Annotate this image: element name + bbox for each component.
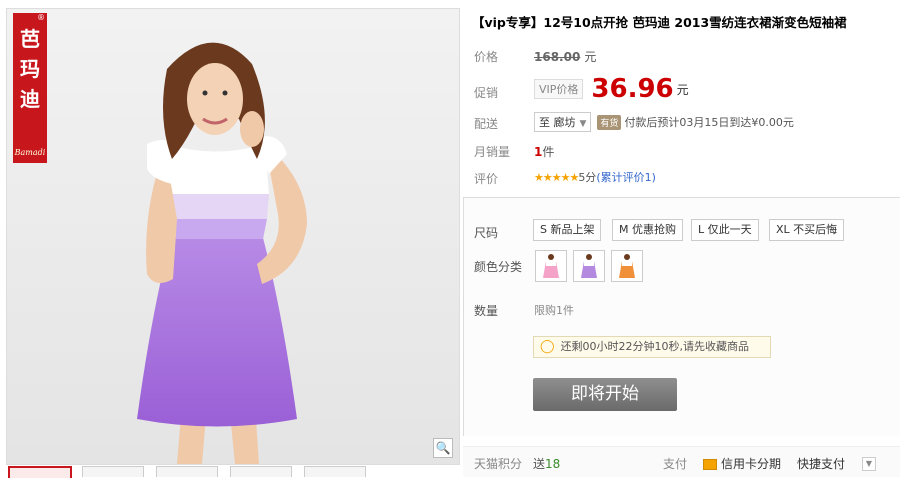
delivery-row: 配送 (474, 115, 498, 132)
color-label: 颜色分类 (474, 260, 523, 274)
region-select[interactable]: 至 廊坊 ▼ (534, 112, 592, 132)
size-row: 尺码 (474, 224, 498, 241)
quantity-value: 限购1件 (534, 302, 574, 318)
color-option-purple[interactable] (573, 250, 605, 282)
sales-label: 月销量 (474, 145, 511, 159)
registered-mark: ® (37, 13, 45, 22)
thumbnail-item[interactable] (230, 466, 292, 477)
sales-value: 1件 (534, 143, 554, 160)
delivery-estimate: 付款后预计03月15日到达¥0.00元 (624, 116, 794, 129)
logo-script: Bamadi (14, 148, 46, 157)
quantity-label: 数量 (474, 304, 499, 318)
promo-row: 促销 (474, 84, 498, 101)
rating-label: 评价 (474, 172, 499, 186)
points-label: 天猫积分 (474, 457, 523, 471)
logo-char: 迪 (20, 87, 40, 111)
rating-row: 评价 (474, 170, 498, 187)
countdown-text: 还剩00小时22分钟10秒,请先收藏商品 (560, 340, 750, 353)
chevron-down-icon: ▼ (862, 457, 876, 471)
logo-char: 玛 (20, 57, 40, 81)
pay-label: 支付 (663, 457, 688, 471)
color-option-pink[interactable] (535, 250, 567, 282)
rating-stars: ★★★★★ (534, 171, 579, 184)
color-option-orange[interactable] (611, 250, 643, 282)
review-count-link[interactable]: (累计评价1) (596, 171, 656, 184)
credit-card-icon (703, 459, 717, 470)
lightbulb-icon: ◯ (540, 339, 555, 354)
coming-soon-button[interactable]: 即将开始 (533, 378, 677, 411)
pay-dropdown[interactable]: ▼ (862, 455, 876, 471)
card-pay-label: 信用卡分期 (721, 457, 782, 471)
sales-unit: 件 (542, 145, 555, 159)
quantity-row: 数量 (474, 302, 498, 319)
thumbnail-item[interactable] (156, 466, 218, 477)
chevron-down-icon: ▼ (579, 119, 587, 129)
original-price: 168.00 (534, 50, 581, 64)
product-model-image (7, 9, 459, 464)
size-label: 尺码 (474, 226, 499, 240)
promo-price: 36.96 (591, 74, 674, 104)
region-name: 廊坊 (553, 116, 576, 129)
thumbnail-item[interactable] (304, 466, 366, 477)
color-row: 颜色分类 (474, 258, 522, 275)
quick-pay-option[interactable]: 快捷支付 (797, 455, 845, 472)
price-unit: 元 (584, 50, 597, 64)
product-title: 【vip专享】12号10点开抢 芭玛迪 2013雪纺连衣裙渐变色短袖裙 (472, 15, 847, 30)
size-option-m[interactable]: M 优惠抢购 (612, 219, 683, 241)
vip-price-tag: VIP价格 (534, 79, 584, 99)
sales-row: 月销量 (474, 143, 510, 160)
stock-badge: 有货 (597, 115, 622, 130)
points-number: 18 (545, 457, 561, 471)
price-label: 价格 (474, 50, 499, 64)
rating-score: 5分 (578, 171, 597, 184)
thumbnail-item[interactable] (82, 466, 144, 477)
logo-char: 芭 (20, 27, 40, 51)
countdown-notice: ◯ 还剩00小时22分钟10秒,请先收藏商品 (533, 336, 771, 358)
product-image-panel[interactable]: ® 芭 玛 迪 Bamadi 🔍 (6, 8, 460, 465)
size-option-xl[interactable]: XL 不买后悔 (769, 219, 845, 241)
purchase-limit: 限购1件 (534, 304, 574, 317)
delivery-label: 配送 (474, 117, 499, 131)
thumbnail-strip (6, 466, 458, 478)
promo-unit: 元 (676, 82, 689, 97)
region-prefix: 至 (539, 116, 550, 129)
size-option-l[interactable]: L 仅此一天 (691, 219, 759, 241)
size-option-s[interactable]: S 新品上架 (533, 219, 602, 241)
price-value: 168.00 元 (534, 48, 596, 65)
promo-label: 促销 (474, 86, 499, 100)
thumbnail-item[interactable] (8, 466, 72, 478)
rating-value: ★★★★★5分(累计评价1) (534, 169, 656, 185)
price-row: 价格 (474, 48, 498, 65)
points-value: 送18 (533, 455, 560, 472)
promo-value: VIP价格 36.96 元 (534, 74, 689, 104)
brand-logo: ® 芭 玛 迪 Bamadi (13, 13, 47, 163)
quick-pay-label: 快捷支付 (797, 457, 846, 471)
magnifier-icon[interactable]: 🔍 (433, 438, 453, 458)
points-prefix: 送 (533, 457, 546, 471)
delivery-value: 至 廊坊 ▼ 有货 付款后预计03月15日到达¥0.00元 (534, 112, 794, 132)
card-pay-option[interactable]: 信用卡分期 (703, 455, 781, 472)
